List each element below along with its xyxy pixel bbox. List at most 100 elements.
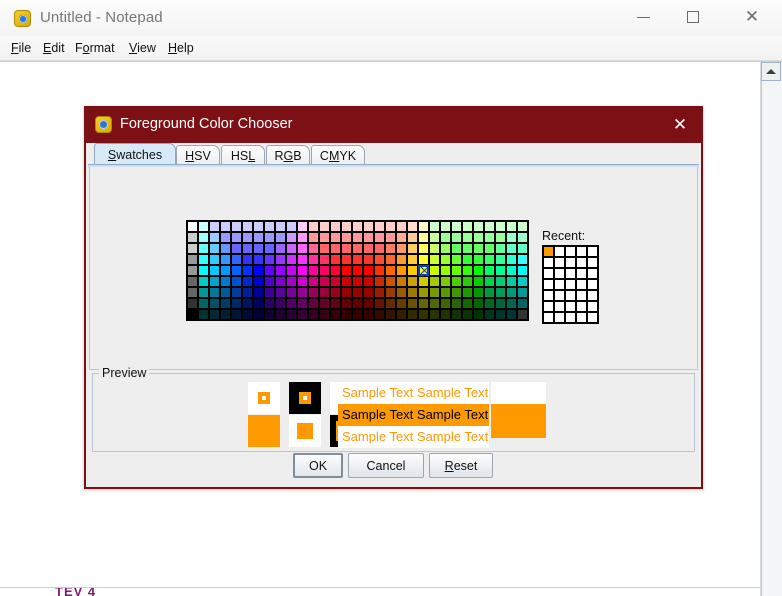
recent-swatch-cell[interactable] (554, 290, 565, 301)
swatch-cell[interactable] (330, 232, 341, 243)
swatch-cell[interactable] (517, 243, 528, 254)
swatch-cell[interactable] (198, 265, 209, 276)
swatch-cell[interactable] (308, 243, 319, 254)
swatch-cell[interactable] (484, 232, 495, 243)
swatch-cell[interactable] (319, 254, 330, 265)
swatch-cell[interactable] (242, 254, 253, 265)
recent-swatch-cell[interactable] (554, 301, 565, 312)
swatch-cell[interactable] (286, 243, 297, 254)
swatch-cell[interactable] (297, 243, 308, 254)
recent-swatch-cell[interactable] (587, 268, 598, 279)
swatch-cell[interactable] (385, 298, 396, 309)
swatch-cell[interactable] (495, 276, 506, 287)
swatch-cell[interactable] (451, 309, 462, 320)
swatch-cell[interactable] (385, 287, 396, 298)
swatch-cell[interactable] (198, 309, 209, 320)
reset-button[interactable]: Reset (429, 453, 493, 478)
swatch-cell[interactable] (440, 287, 451, 298)
swatch-cell[interactable] (451, 265, 462, 276)
dialog-close-button[interactable]: ✕ (669, 114, 691, 136)
swatch-cell[interactable] (385, 265, 396, 276)
swatch-cell[interactable] (242, 276, 253, 287)
swatch-cell[interactable] (242, 243, 253, 254)
swatch-cell[interactable] (374, 298, 385, 309)
swatch-cell[interactable] (319, 309, 330, 320)
swatch-cell[interactable] (440, 243, 451, 254)
swatch-cell[interactable] (220, 298, 231, 309)
swatch-cell[interactable] (187, 309, 198, 320)
swatch-cell[interactable] (418, 221, 429, 232)
swatch-cell[interactable] (231, 287, 242, 298)
menu-edit[interactable]: Edit (38, 39, 70, 57)
swatch-cell[interactable] (418, 287, 429, 298)
swatch-cell[interactable] (341, 243, 352, 254)
swatch-cell[interactable] (429, 265, 440, 276)
swatch-cell[interactable] (253, 276, 264, 287)
swatch-cell[interactable] (429, 232, 440, 243)
swatch-cell[interactable] (308, 309, 319, 320)
recent-swatch-cell[interactable] (565, 301, 576, 312)
swatch-cell[interactable] (374, 276, 385, 287)
swatch-cell[interactable] (473, 221, 484, 232)
swatch-cell[interactable] (275, 232, 286, 243)
notepad-vertical-scrollbar[interactable] (760, 62, 782, 596)
tab-hsv[interactable]: HSV (176, 145, 220, 165)
swatch-cell[interactable] (352, 287, 363, 298)
swatch-cell[interactable] (209, 232, 220, 243)
swatch-cell[interactable] (440, 276, 451, 287)
recent-swatch-cell[interactable] (554, 312, 565, 323)
swatch-cell[interactable] (242, 221, 253, 232)
swatch-cell[interactable] (187, 254, 198, 265)
recent-swatch-cell[interactable] (565, 246, 576, 257)
swatch-cell[interactable] (286, 265, 297, 276)
swatch-cell[interactable] (330, 309, 341, 320)
swatch-cell[interactable] (286, 287, 297, 298)
swatch-cell[interactable] (517, 309, 528, 320)
recent-swatch-cell[interactable] (554, 246, 565, 257)
swatch-cell[interactable] (506, 221, 517, 232)
swatch-cell[interactable] (341, 276, 352, 287)
swatch-cell[interactable] (220, 265, 231, 276)
swatch-cell[interactable] (506, 254, 517, 265)
swatch-cell[interactable] (473, 309, 484, 320)
swatch-cell[interactable] (209, 287, 220, 298)
swatch-cell[interactable] (473, 287, 484, 298)
swatch-cell[interactable] (275, 221, 286, 232)
swatch-cell[interactable] (264, 309, 275, 320)
swatch-cell[interactable] (495, 254, 506, 265)
swatch-cell[interactable] (440, 309, 451, 320)
recent-swatch-cell[interactable] (543, 312, 554, 323)
swatch-cell[interactable] (429, 221, 440, 232)
swatch-cell[interactable] (275, 309, 286, 320)
swatch-cell[interactable] (264, 243, 275, 254)
swatch-cell[interactable] (308, 232, 319, 243)
swatch-cell[interactable] (209, 254, 220, 265)
swatch-cell[interactable] (275, 298, 286, 309)
swatch-cell[interactable] (451, 232, 462, 243)
swatch-cell[interactable] (209, 298, 220, 309)
swatch-cell[interactable] (330, 265, 341, 276)
swatch-cell[interactable] (418, 309, 429, 320)
swatch-cell[interactable] (484, 243, 495, 254)
swatch-cell[interactable] (264, 276, 275, 287)
swatch-cell[interactable] (209, 221, 220, 232)
swatch-cell[interactable] (253, 287, 264, 298)
swatch-cell[interactable] (231, 309, 242, 320)
swatch-cell[interactable] (418, 298, 429, 309)
swatch-cell[interactable] (407, 298, 418, 309)
swatch-cell[interactable] (484, 309, 495, 320)
swatch-cell[interactable] (220, 287, 231, 298)
recent-swatch-cell[interactable] (565, 257, 576, 268)
recent-swatch-cell[interactable] (543, 290, 554, 301)
swatch-cell[interactable] (473, 298, 484, 309)
swatch-cell[interactable] (286, 254, 297, 265)
swatch-cell[interactable] (407, 243, 418, 254)
swatch-cell[interactable] (242, 309, 253, 320)
swatch-cell[interactable] (451, 276, 462, 287)
swatch-cell[interactable] (385, 309, 396, 320)
recent-swatch-grid[interactable] (542, 245, 599, 324)
swatch-cell[interactable] (429, 287, 440, 298)
swatch-cell[interactable] (308, 265, 319, 276)
swatch-cell[interactable] (352, 265, 363, 276)
swatch-cell[interactable] (517, 287, 528, 298)
